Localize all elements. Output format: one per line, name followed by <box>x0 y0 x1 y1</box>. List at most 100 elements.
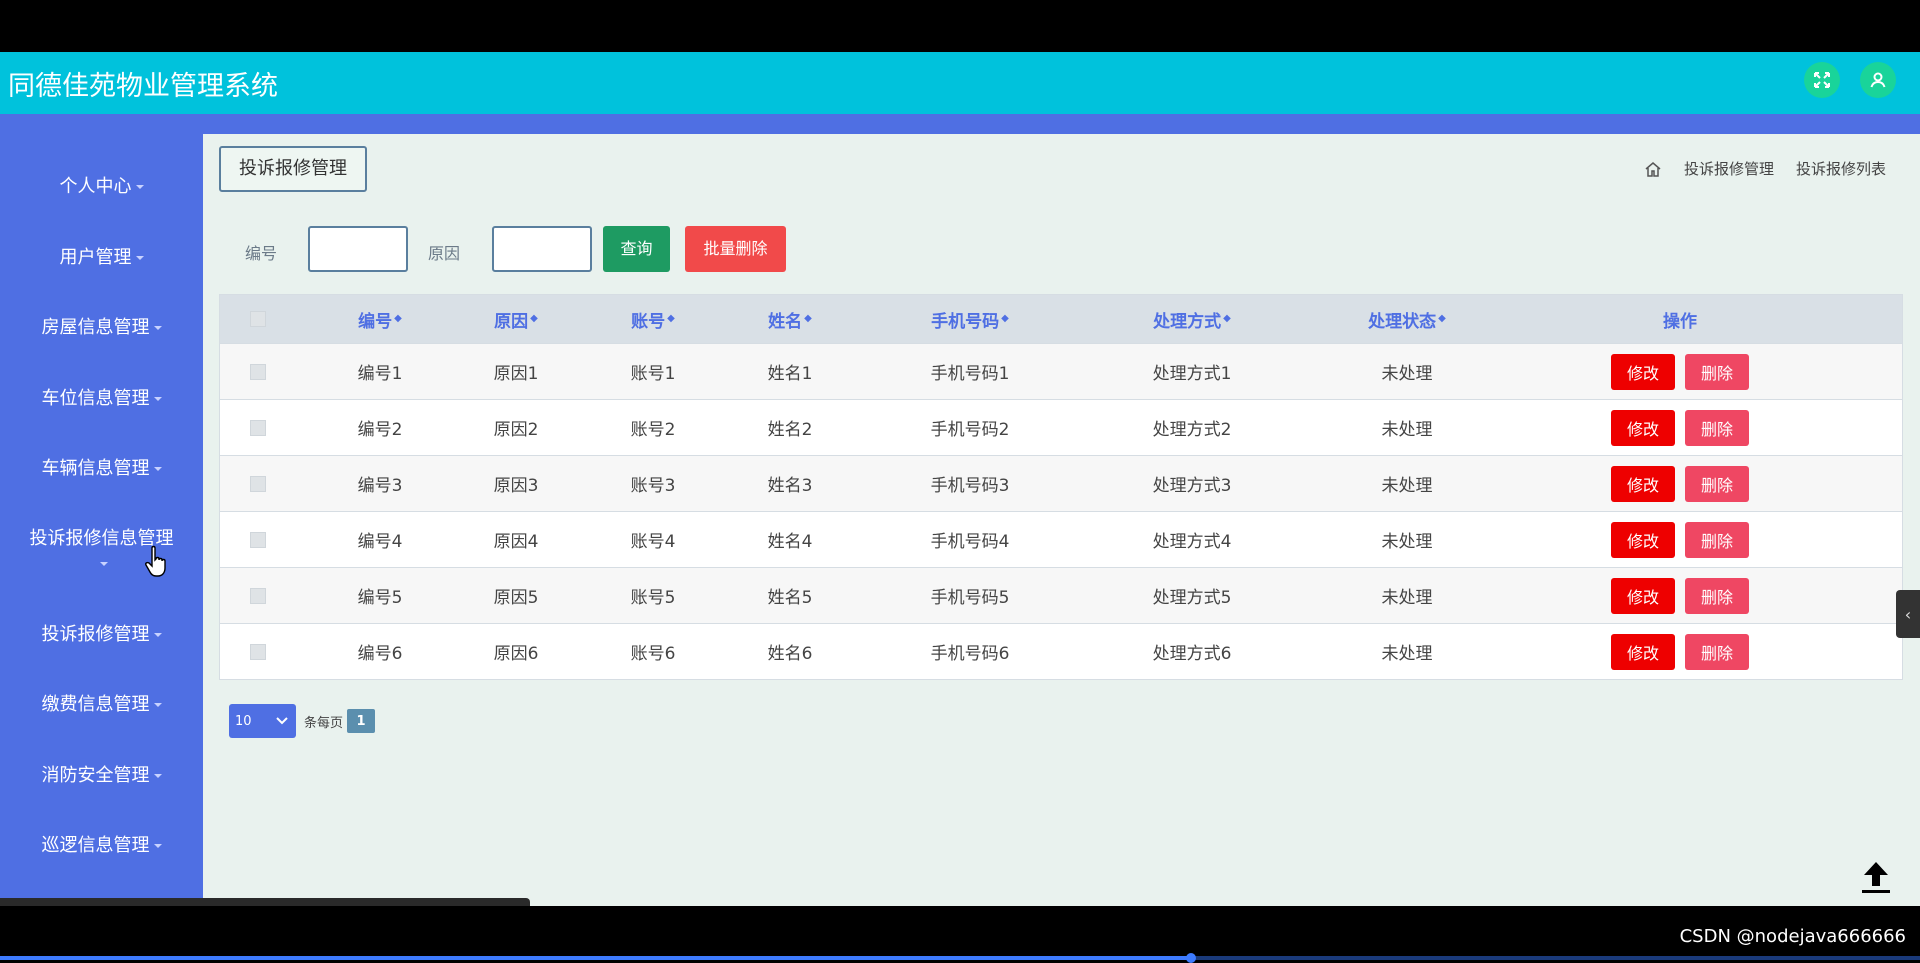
chevron-down-icon <box>276 717 288 725</box>
cell-reason: 原因6 <box>493 644 539 664</box>
reason-search-input[interactable] <box>492 226 592 272</box>
sort-icon: ◆ <box>1223 313 1231 324</box>
fullscreen-icon[interactable] <box>1804 62 1840 98</box>
select-all-checkbox[interactable] <box>244 295 272 343</box>
column-header-status[interactable]: 处理状态 ◆ <box>1322 295 1492 343</box>
cell-status: 未处理 <box>1381 588 1433 608</box>
table-row: 编号6 原因6 账号6 姓名6 手机号码6 处理方式6 未处理 修改 删除 <box>220 623 1902 679</box>
column-header-method[interactable]: 处理方式 ◆ <box>1112 295 1272 343</box>
column-header-actions: 操作 <box>1663 311 1697 332</box>
sidebar-item-payment-info[interactable]: 缴费信息管理 <box>0 692 203 717</box>
main-content: 投诉报修管理 投诉报修管理 投诉报修列表 编号 原因 查询 批量删除 编号 ◆ 原… <box>203 134 1920 906</box>
sidebar-item-label: 用户管理 <box>59 247 132 268</box>
sidebar-item-parking-info[interactable]: 车位信息管理 <box>0 386 203 411</box>
sidebar-item-label: 投诉报修管理 <box>41 624 150 645</box>
batch-delete-button[interactable]: 批量删除 <box>685 226 786 272</box>
column-header-id[interactable]: 编号 ◆ <box>320 295 440 343</box>
edit-button[interactable]: 修改 <box>1611 465 1675 502</box>
collapse-panel-toggle[interactable]: ‹ <box>1896 590 1920 638</box>
cell-id: 编号4 <box>357 532 403 552</box>
cell-account: 账号5 <box>630 588 676 608</box>
sidebar-item-label: 车位信息管理 <box>41 388 150 409</box>
column-header-phone[interactable]: 手机号码 ◆ <box>890 295 1050 343</box>
row-checkbox[interactable] <box>244 624 272 679</box>
cell-method: 处理方式6 <box>1152 644 1232 664</box>
cell-phone: 手机号码1 <box>930 364 1010 384</box>
table-header: 编号 ◆ 原因 ◆ 账号 ◆ 姓名 ◆ 手机号码 ◆ 处理方式 ◆ 处理状态 ◆ 操作 <box>220 295 1902 343</box>
cell-reason: 原因3 <box>493 476 539 496</box>
pagination: 10 条每页 1 <box>229 704 376 738</box>
sort-icon: ◆ <box>1438 313 1446 324</box>
row-checkbox[interactable] <box>244 400 272 455</box>
edit-button[interactable]: 修改 <box>1611 521 1675 558</box>
cell-id: 编号1 <box>357 364 403 384</box>
edit-button[interactable]: 修改 <box>1611 353 1675 390</box>
caret-down-icon <box>153 467 162 471</box>
progress-handle[interactable] <box>1186 953 1196 963</box>
cell-status: 未处理 <box>1381 364 1433 384</box>
row-checkbox[interactable] <box>244 512 272 567</box>
cell-account: 账号6 <box>630 644 676 664</box>
home-icon[interactable] <box>1644 160 1662 178</box>
edit-button[interactable]: 修改 <box>1611 577 1675 614</box>
row-checkbox[interactable] <box>244 344 272 399</box>
delete-button[interactable]: 删除 <box>1685 633 1749 670</box>
sidebar-item-vehicle-info[interactable]: 车辆信息管理 <box>0 456 203 481</box>
query-button[interactable]: 查询 <box>603 226 670 272</box>
sort-icon: ◆ <box>1001 313 1009 324</box>
user-icon[interactable] <box>1860 62 1896 98</box>
page-size-select[interactable]: 10 <box>229 704 296 738</box>
column-header-account[interactable]: 账号 ◆ <box>593 295 713 343</box>
delete-button[interactable]: 删除 <box>1685 409 1749 446</box>
per-page-text: 条每页 <box>304 715 344 731</box>
cell-phone: 手机号码2 <box>930 420 1010 440</box>
caret-down-icon <box>153 774 162 778</box>
back-to-top-icon[interactable] <box>1856 856 1896 896</box>
sidebar-item-label: 缴费信息管理 <box>41 694 150 715</box>
reason-search-label: 原因 <box>428 244 461 263</box>
sidebar-item-complaint-management[interactable]: 投诉报修管理 <box>0 622 203 647</box>
cell-reason: 原因4 <box>493 532 539 552</box>
sidebar-item-patrol-info[interactable]: 巡逻信息管理 <box>0 833 203 858</box>
page-number[interactable]: 1 <box>347 709 376 733</box>
row-checkbox[interactable] <box>244 456 272 511</box>
edit-button[interactable]: 修改 <box>1611 409 1675 446</box>
delete-button[interactable]: 删除 <box>1685 521 1749 558</box>
cell-phone: 手机号码3 <box>930 476 1010 496</box>
row-checkbox[interactable] <box>244 568 272 623</box>
cell-name: 姓名1 <box>767 364 813 384</box>
sidebar-item-personal-center[interactable]: 个人中心 <box>0 174 203 199</box>
cell-id: 编号3 <box>357 476 403 496</box>
delete-button[interactable]: 删除 <box>1685 465 1749 502</box>
cell-status: 未处理 <box>1381 476 1433 496</box>
breadcrumb-item[interactable]: 投诉报修管理 <box>1684 158 1774 179</box>
sidebar-item-label: 消防安全管理 <box>41 765 150 786</box>
video-bottom-bar: CSDN @nodejava666666 <box>0 906 1920 963</box>
id-search-input[interactable] <box>308 226 408 272</box>
cell-method: 处理方式2 <box>1152 420 1232 440</box>
column-header-name[interactable]: 姓名 ◆ <box>730 295 850 343</box>
table-row: 编号4 原因4 账号4 姓名4 手机号码4 处理方式4 未处理 修改 删除 <box>220 511 1902 567</box>
delete-button[interactable]: 删除 <box>1685 577 1749 614</box>
delete-button[interactable]: 删除 <box>1685 353 1749 390</box>
sidebar-item-complaint-info[interactable]: 投诉报修信息管理 <box>0 526 203 576</box>
cell-status: 未处理 <box>1381 644 1433 664</box>
video-progress-bar[interactable] <box>0 953 1920 963</box>
cell-name: 姓名4 <box>767 532 813 552</box>
cell-method: 处理方式1 <box>1152 364 1232 384</box>
sidebar-item-user-management[interactable]: 用户管理 <box>0 245 203 270</box>
cell-account: 账号4 <box>630 532 676 552</box>
sidebar-item-fire-safety[interactable]: 消防安全管理 <box>0 763 203 788</box>
breadcrumb: 投诉报修管理 投诉报修列表 <box>1644 158 1886 179</box>
caret-down-icon <box>135 185 144 189</box>
cell-account: 账号3 <box>630 476 676 496</box>
edit-button[interactable]: 修改 <box>1611 633 1675 670</box>
cell-status: 未处理 <box>1381 532 1433 552</box>
page-tag[interactable]: 投诉报修管理 <box>219 146 367 192</box>
row-actions: 修改 删除 <box>1600 400 1760 455</box>
sidebar-item-house-info[interactable]: 房屋信息管理 <box>0 315 203 340</box>
cell-name: 姓名5 <box>767 588 813 608</box>
data-table: 编号 ◆ 原因 ◆ 账号 ◆ 姓名 ◆ 手机号码 ◆ 处理方式 ◆ 处理状态 ◆ 操作 编号1… <box>219 294 1903 680</box>
column-header-reason[interactable]: 原因 ◆ <box>456 295 576 343</box>
cell-account: 账号2 <box>630 420 676 440</box>
